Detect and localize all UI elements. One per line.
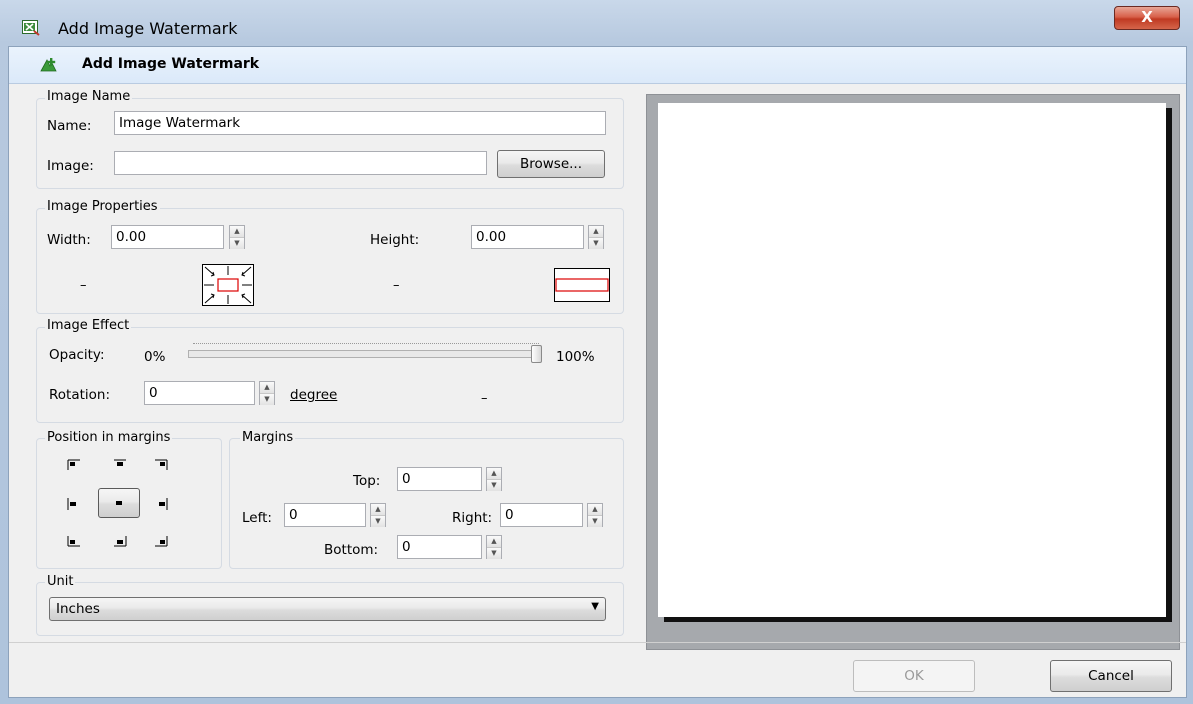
width-input[interactable]: 0.00 <box>111 225 224 249</box>
margin-bottom-spinner[interactable]: ▲ ▼ <box>486 535 502 559</box>
opacity-slider-thumb[interactable] <box>531 345 542 363</box>
margin-right-spinner[interactable]: ▲ ▼ <box>587 503 603 527</box>
degree-label: degree <box>290 387 338 403</box>
dialog-window: Add Image Watermark X Add Image Watermar… <box>0 0 1193 704</box>
dialog-heading: Add Image Watermark <box>82 56 260 72</box>
width-spinner[interactable]: ▲ ▼ <box>229 225 245 249</box>
height-spinner[interactable]: ▲ ▼ <box>588 225 604 249</box>
stretch-fit-icon[interactable] <box>202 264 254 306</box>
pos-top-center[interactable] <box>113 459 127 475</box>
margin-top-input[interactable]: 0 <box>397 467 482 491</box>
rotation-dash: – <box>481 391 488 406</box>
margin-top-spinner[interactable]: ▲ ▼ <box>486 467 502 491</box>
unit-select-value: Inches <box>56 601 100 617</box>
align-middle-right-icon <box>159 498 168 510</box>
footer-separator <box>9 642 1186 643</box>
image-path-input[interactable] <box>114 151 487 175</box>
margin-bottom-label: Bottom: <box>324 542 379 558</box>
image-properties-group-label: Image Properties <box>45 199 160 214</box>
align-top-center-icon <box>114 459 126 466</box>
chevron-down-icon: ▼ <box>591 601 599 612</box>
close-button[interactable]: X <box>1114 6 1180 30</box>
position-group-label: Position in margins <box>45 430 173 445</box>
margin-left-label: Left: <box>242 510 272 526</box>
height-input[interactable]: 0.00 <box>471 225 584 249</box>
align-center-icon <box>116 501 122 505</box>
window-title: Add Image Watermark <box>58 19 238 38</box>
opacity-max-label: 100% <box>556 349 595 365</box>
name-input[interactable]: Image Watermark <box>114 111 606 135</box>
close-icon: X <box>1141 8 1153 26</box>
pos-bottom-right[interactable] <box>154 535 168 551</box>
opacity-label: Opacity: <box>49 347 105 363</box>
margin-left-spinner[interactable]: ▲ ▼ <box>370 503 386 527</box>
unit-group-label: Unit <box>45 574 76 589</box>
height-unit-dash: – <box>393 278 400 293</box>
add-image-icon <box>40 58 57 72</box>
align-bottom-left-icon <box>67 536 80 547</box>
pos-bottom-center[interactable] <box>113 535 127 551</box>
title-bar: Add Image Watermark X <box>0 0 1193 46</box>
image-effect-group-label: Image Effect <box>45 318 132 333</box>
aspect-ratio-icon[interactable] <box>554 268 610 302</box>
margin-right-label: Right: <box>452 510 493 526</box>
align-middle-left-icon <box>67 498 76 510</box>
align-top-left-icon <box>67 459 80 470</box>
width-label: Width: <box>47 232 91 248</box>
pos-top-right[interactable] <box>154 459 168 475</box>
name-label: Name: <box>47 118 92 134</box>
margin-top-label: Top: <box>353 473 381 489</box>
rotation-spinner[interactable]: ▲ ▼ <box>259 381 275 405</box>
image-effect-group <box>36 327 624 423</box>
align-bottom-center-icon <box>114 536 127 547</box>
opacity-min-label: 0% <box>144 349 166 365</box>
width-unit-dash: – <box>80 278 87 293</box>
margins-group-label: Margins <box>240 430 296 445</box>
height-label: Height: <box>370 232 420 248</box>
image-label: Image: <box>47 158 94 174</box>
pos-middle-right[interactable] <box>154 498 168 514</box>
preview-page <box>658 103 1166 617</box>
dialog-client: Add Image Watermark Image Name Name: Ima… <box>8 46 1187 698</box>
dialog-header: Add Image Watermark <box>9 47 1186 84</box>
rotation-input[interactable]: 0 <box>144 381 255 405</box>
rotation-label: Rotation: <box>49 387 111 403</box>
pos-middle-center[interactable] <box>98 488 140 518</box>
margin-right-input[interactable]: 0 <box>500 503 583 527</box>
align-top-right-icon <box>155 459 168 470</box>
cancel-button[interactable]: Cancel <box>1050 660 1172 692</box>
image-properties-group <box>36 208 624 314</box>
margin-bottom-input[interactable]: 0 <box>397 535 482 559</box>
image-name-group-label: Image Name <box>45 89 133 104</box>
unit-select[interactable]: Inches ▼ <box>49 597 606 621</box>
opacity-ticks <box>193 343 539 346</box>
pos-bottom-left[interactable] <box>67 535 81 551</box>
align-bottom-right-icon <box>155 536 168 547</box>
margin-left-input[interactable]: 0 <box>284 503 366 527</box>
ok-button[interactable]: OK <box>853 660 975 692</box>
opacity-slider-track[interactable] <box>188 350 539 358</box>
excel-app-icon <box>22 20 40 36</box>
pos-top-left[interactable] <box>67 459 81 475</box>
pos-middle-left[interactable] <box>67 498 81 514</box>
browse-button[interactable]: Browse... <box>497 150 605 178</box>
